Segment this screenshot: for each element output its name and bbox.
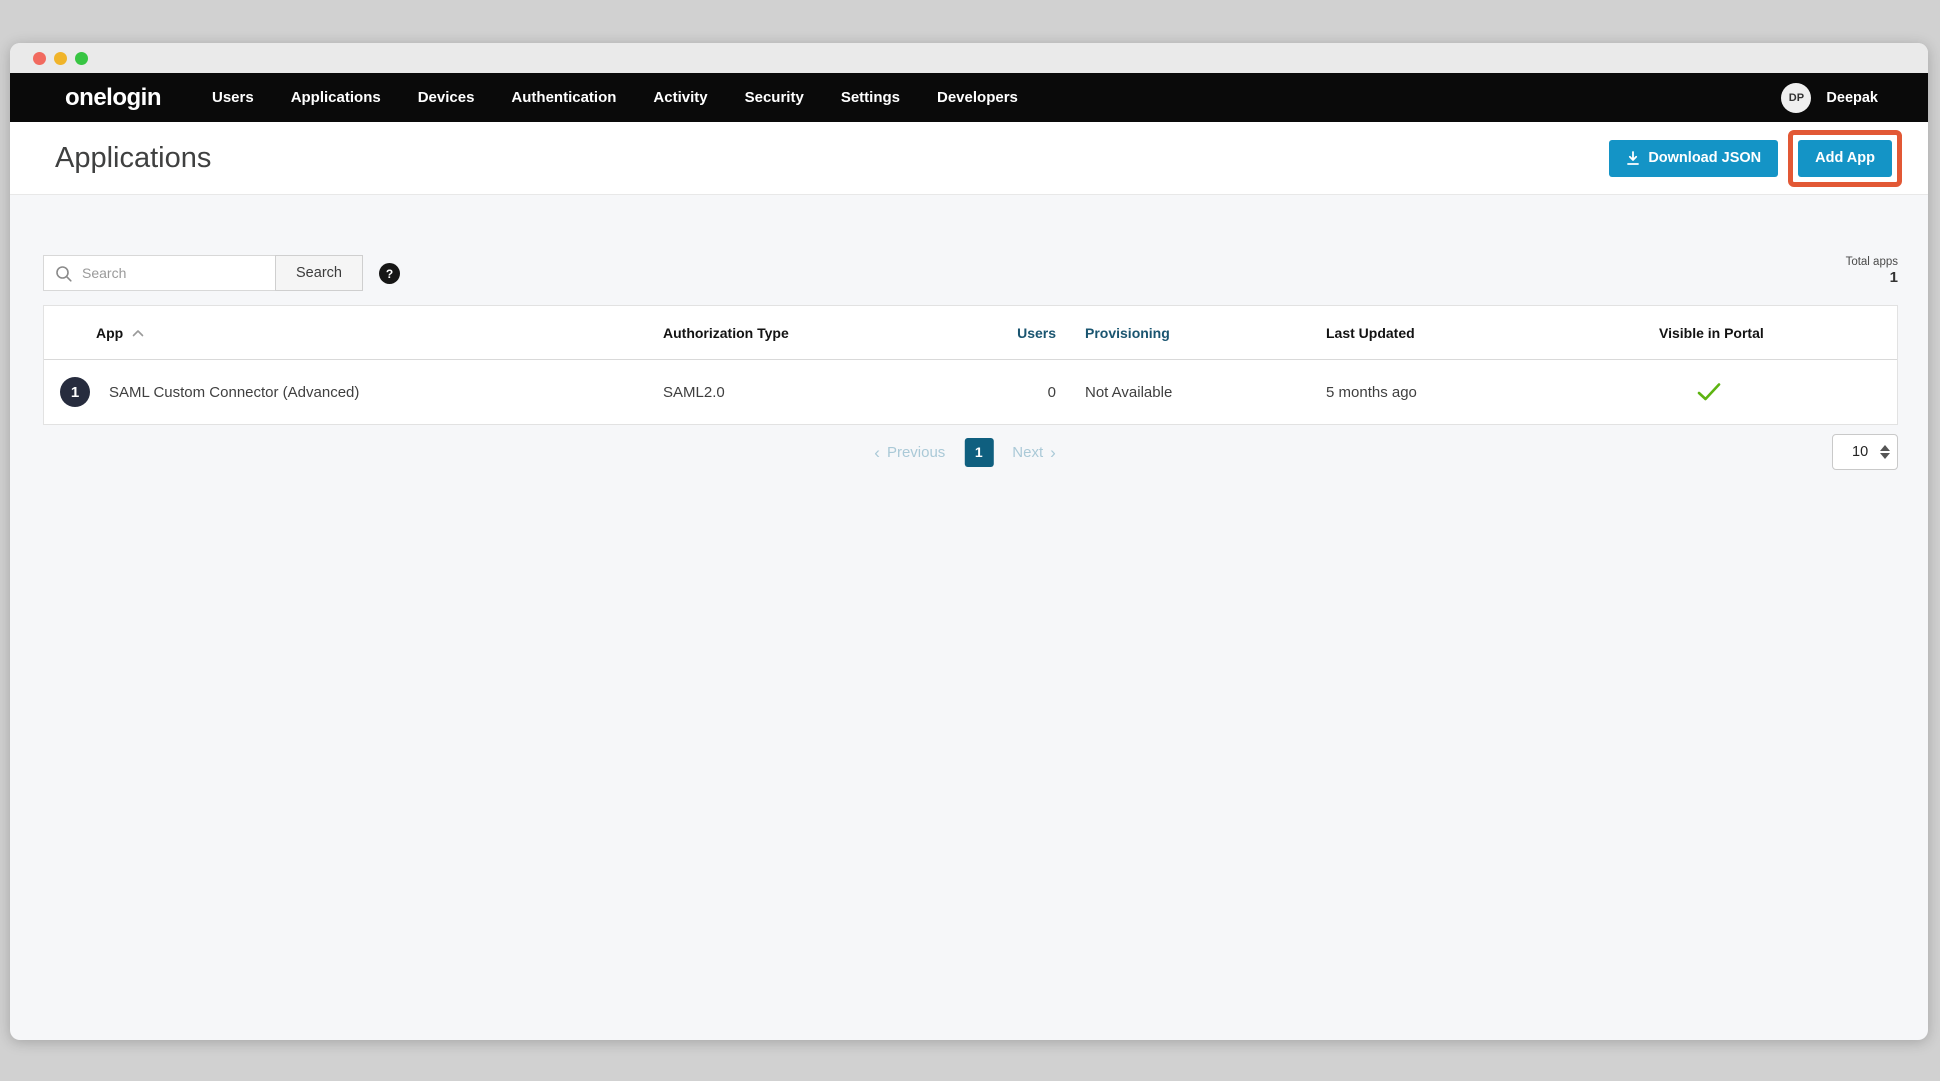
download-icon: [1626, 151, 1640, 166]
page-size-select[interactable]: 10: [1832, 434, 1898, 470]
onelogin-logo: onelogin: [65, 84, 161, 112]
search-icon: [55, 265, 73, 288]
column-header-authorization-type: Authorization Type: [663, 325, 900, 341]
last-updated-cell: 5 months ago: [1326, 384, 1659, 401]
column-header-visible-in-portal: Visible in Portal: [1659, 325, 1897, 341]
app-window: onelogin Users Applications Devices Auth…: [10, 43, 1928, 1040]
users-cell: 0: [900, 384, 1056, 401]
top-nav: onelogin Users Applications Devices Auth…: [10, 73, 1928, 122]
total-apps: Total apps 1: [1846, 255, 1898, 288]
total-apps-value: 1: [1846, 269, 1898, 288]
close-window-icon[interactable]: [33, 52, 46, 65]
toolbar: Search ? Total apps 1: [43, 255, 1898, 291]
app-cell: 1 SAML Custom Connector (Advanced): [44, 377, 663, 407]
previous-page-button[interactable]: ‹ Previous: [874, 444, 945, 461]
applications-table: App Authorization Type Users Provisionin…: [43, 305, 1898, 425]
next-label: Next: [1012, 444, 1043, 461]
page-title: Applications: [55, 142, 211, 175]
user-menu[interactable]: DP Deepak: [1781, 83, 1878, 113]
window-titlebar: [10, 43, 1928, 73]
next-page-button[interactable]: Next ›: [1012, 444, 1056, 461]
search-input[interactable]: [44, 256, 275, 290]
pagination-row: ‹ Previous 1 Next › 10: [43, 434, 1898, 471]
minimize-window-icon[interactable]: [54, 52, 67, 65]
avatar[interactable]: DP: [1781, 83, 1811, 113]
search-group: Search: [43, 255, 363, 291]
total-apps-label: Total apps: [1846, 255, 1898, 269]
nav-item-developers[interactable]: Developers: [937, 89, 1018, 106]
nav-item-authentication[interactable]: Authentication: [511, 89, 616, 106]
sort-ascending-icon: [132, 329, 144, 337]
page-size-value: 10: [1852, 444, 1868, 460]
auth-type-cell: SAML2.0: [663, 384, 900, 401]
nav-item-activity[interactable]: Activity: [653, 89, 707, 106]
nav-menu: Users Applications Devices Authenticatio…: [212, 89, 1018, 106]
nav-item-devices[interactable]: Devices: [418, 89, 475, 106]
provisioning-cell: Not Available: [1056, 384, 1326, 401]
add-app-button[interactable]: Add App: [1798, 140, 1892, 177]
app-name-link[interactable]: SAML Custom Connector (Advanced): [109, 384, 359, 401]
main-content: Search ? Total apps 1 App Authorization …: [10, 255, 1928, 471]
search-button[interactable]: Search: [275, 255, 363, 291]
check-icon: [1697, 383, 1721, 401]
nav-item-applications[interactable]: Applications: [291, 89, 381, 106]
column-header-provisioning[interactable]: Provisioning: [1056, 325, 1326, 341]
chevron-left-icon: ‹: [874, 444, 880, 461]
zoom-window-icon[interactable]: [75, 52, 88, 65]
add-app-label: Add App: [1815, 150, 1875, 166]
current-page-button[interactable]: 1: [964, 438, 993, 467]
pager: ‹ Previous 1 Next ›: [874, 434, 1056, 470]
page-header: Applications Download JSON Add App: [10, 122, 1928, 195]
visible-in-portal-cell: [1659, 383, 1897, 401]
row-number-badge: 1: [60, 377, 90, 407]
search-box: [43, 255, 275, 291]
column-header-app[interactable]: App: [44, 325, 663, 341]
username-label[interactable]: Deepak: [1826, 90, 1878, 106]
highlight-annotation: Add App: [1788, 130, 1902, 187]
download-json-button[interactable]: Download JSON: [1609, 140, 1778, 177]
nav-item-settings[interactable]: Settings: [841, 89, 900, 106]
spinner-arrows-icon: [1880, 445, 1890, 459]
column-header-users[interactable]: Users: [900, 325, 1056, 341]
table-header-row: App Authorization Type Users Provisionin…: [44, 306, 1897, 360]
nav-item-users[interactable]: Users: [212, 89, 254, 106]
download-json-label: Download JSON: [1648, 150, 1761, 166]
table-row[interactable]: 1 SAML Custom Connector (Advanced) SAML2…: [44, 360, 1897, 424]
previous-label: Previous: [887, 444, 945, 461]
chevron-right-icon: ›: [1050, 444, 1056, 461]
column-header-last-updated: Last Updated: [1326, 325, 1659, 341]
header-actions: Download JSON Add App: [1609, 130, 1902, 187]
nav-item-security[interactable]: Security: [745, 89, 804, 106]
help-icon[interactable]: ?: [379, 263, 400, 284]
